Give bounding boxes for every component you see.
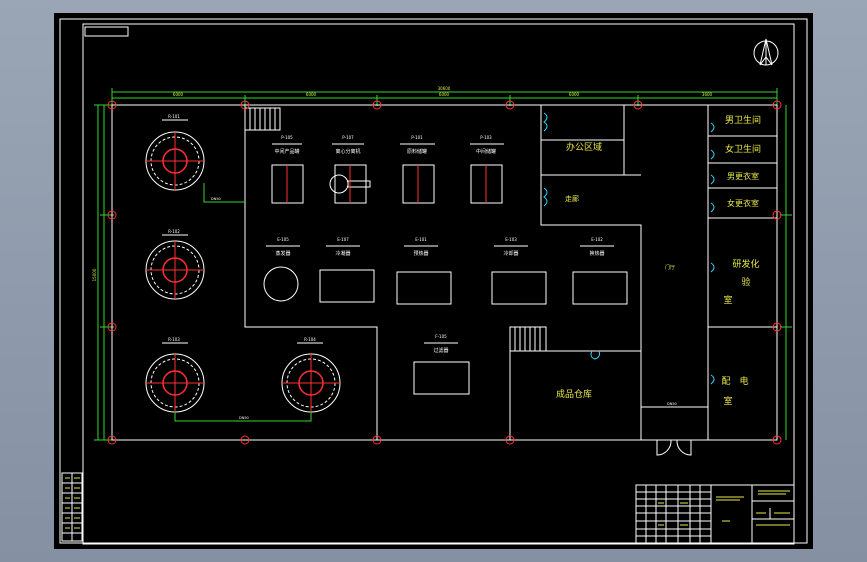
equipment-e107-desc: 冷凝器 [335, 250, 350, 257]
room-lab-line1: 研发化 [732, 258, 759, 270]
equipment-p107-tag: P-107 [342, 135, 354, 140]
pipe-lines [174, 183, 312, 422]
room-mens-toilet: 男卫生间 [725, 114, 761, 126]
equipment-e101: E-101 预热器 [396, 237, 452, 305]
equipment-e103: E-103 冷却器 [491, 237, 547, 305]
dim-top-3: 6000 [439, 92, 450, 97]
equipment-e101-desc: 预热器 [413, 250, 428, 257]
equipment-e102-desc: 换热器 [589, 250, 604, 257]
room-lab-line3: 室 [723, 294, 732, 306]
equipment-p101-desc: 原料储罐 [407, 148, 427, 155]
equipment-p101: P-101 原料储罐 [400, 135, 435, 204]
reactor-r102-tag: R-102 [168, 229, 180, 234]
dimension-lines [94, 88, 792, 441]
equipment-f105-desc: 过滤器 [433, 347, 448, 354]
dim-top-4: 6000 [569, 92, 580, 97]
room-power-line2: 电 [739, 375, 748, 387]
room-hall: 门厅 [665, 264, 675, 271]
equipment-p107-desc: 离心分离机 [335, 148, 360, 155]
dim-top-1: 6000 [173, 92, 184, 97]
room-power-line3: 室 [723, 395, 732, 407]
room-locker-2: 女更衣室 [727, 198, 759, 208]
left-title-strip [61, 472, 83, 542]
equipment-e107-tag: E-107 [337, 237, 349, 242]
reactor-r102: R-102 [145, 229, 205, 300]
equipment-p105-tag: P-105 [281, 135, 293, 140]
inner-frame [82, 23, 795, 545]
pipe-label-1: DN50 [211, 197, 221, 201]
equipment-e107: E-107 冷凝器 [319, 237, 375, 303]
room-locker-1: 男更衣室 [727, 171, 759, 181]
reactor-r104: R-104 [281, 337, 341, 413]
entrance-door [656, 439, 692, 456]
equipment-e103-tag: E-103 [505, 237, 517, 242]
equipment-p105: P-105 中间产品罐 [271, 135, 304, 204]
equipment-e105: E-105 蒸发器 [263, 237, 300, 302]
equipment-p105-desc: 中间产品罐 [274, 148, 299, 155]
reactor-r103-tag: R-103 [168, 337, 180, 342]
equipment-p103-desc: 中间储罐 [476, 148, 496, 155]
equipment-e101-tag: E-101 [415, 237, 427, 242]
room-womens-toilet: 女卫生间 [725, 143, 761, 155]
reactor-r103: R-103 [145, 337, 205, 413]
corner-tag-box [84, 26, 129, 37]
dim-overall: 30600 [438, 86, 451, 91]
equipment-f105: F-105 过滤器 [413, 334, 470, 395]
equipment-p107: P-107 离心分离机 [329, 135, 371, 204]
door-swings [543, 112, 715, 385]
room-lab-line2: 验 [741, 276, 750, 288]
room-power-line1: 配 [721, 376, 730, 387]
dim-top-5: 3600 [702, 92, 713, 97]
room-warehouse: 成品仓库 [556, 388, 592, 400]
floor-plan: 30600 6000 6000 6000 6000 3600 15000 R-1… [59, 18, 808, 545]
reactor-r101: R-101 [145, 114, 205, 191]
drawing-sheet: 30600 6000 6000 6000 6000 3600 15000 R-1… [54, 13, 813, 549]
equipment-e102-tag: E-102 [591, 237, 603, 242]
equipment-p101-tag: P-101 [411, 135, 423, 140]
equipment-e102: E-102 换热器 [572, 237, 628, 305]
dim-left-total: 15000 [92, 268, 97, 281]
equipment-e105-desc: 蒸发器 [275, 250, 290, 257]
stair-mid [509, 326, 547, 352]
room-corridor: 走廊 [565, 194, 579, 203]
equipment-e105-tag: E-105 [277, 237, 289, 242]
equipment-p103-tag: P-103 [480, 135, 492, 140]
equipment-f105-tag: F-105 [435, 334, 447, 339]
pipe-label-2: DN50 [239, 416, 249, 420]
equipment-p103: P-103 中间储罐 [470, 135, 504, 204]
north-arrow-icon [753, 38, 779, 66]
reactor-r101-tag: R-101 [168, 114, 180, 119]
equipment-e103-desc: 冷却器 [503, 250, 518, 257]
stair-top [244, 107, 281, 131]
dim-top-2: 6000 [306, 92, 317, 97]
pipe-label-3: DN50 [667, 402, 677, 406]
room-office: 办公区域 [566, 141, 602, 153]
reactor-r104-tag: R-104 [304, 337, 316, 342]
